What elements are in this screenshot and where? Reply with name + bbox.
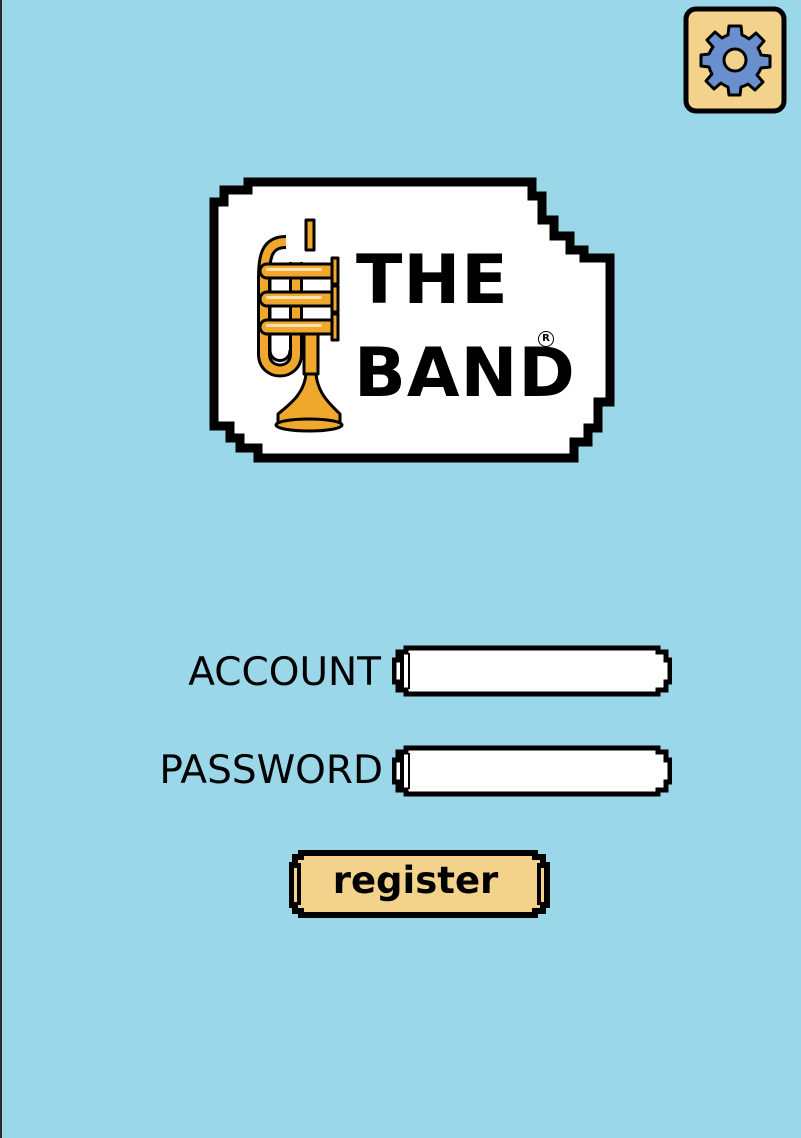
account-label: ACCOUNT [188,650,381,695]
settings-button[interactable] [683,6,787,114]
window-edge [0,0,2,1138]
registered-mark: R [538,331,554,347]
password-field-wrapper [392,744,672,798]
password-input[interactable] [408,752,656,790]
register-button-label: register [332,859,499,902]
brand-line-2: BAND [354,334,576,413]
trumpet-icon [257,218,344,433]
password-label: PASSWORD [159,748,383,793]
gear-icon [699,24,772,97]
brand-line-1: THE [356,241,509,320]
account-input[interactable] [408,652,656,690]
account-field-wrapper [392,644,672,698]
register-button[interactable]: register [288,849,550,919]
